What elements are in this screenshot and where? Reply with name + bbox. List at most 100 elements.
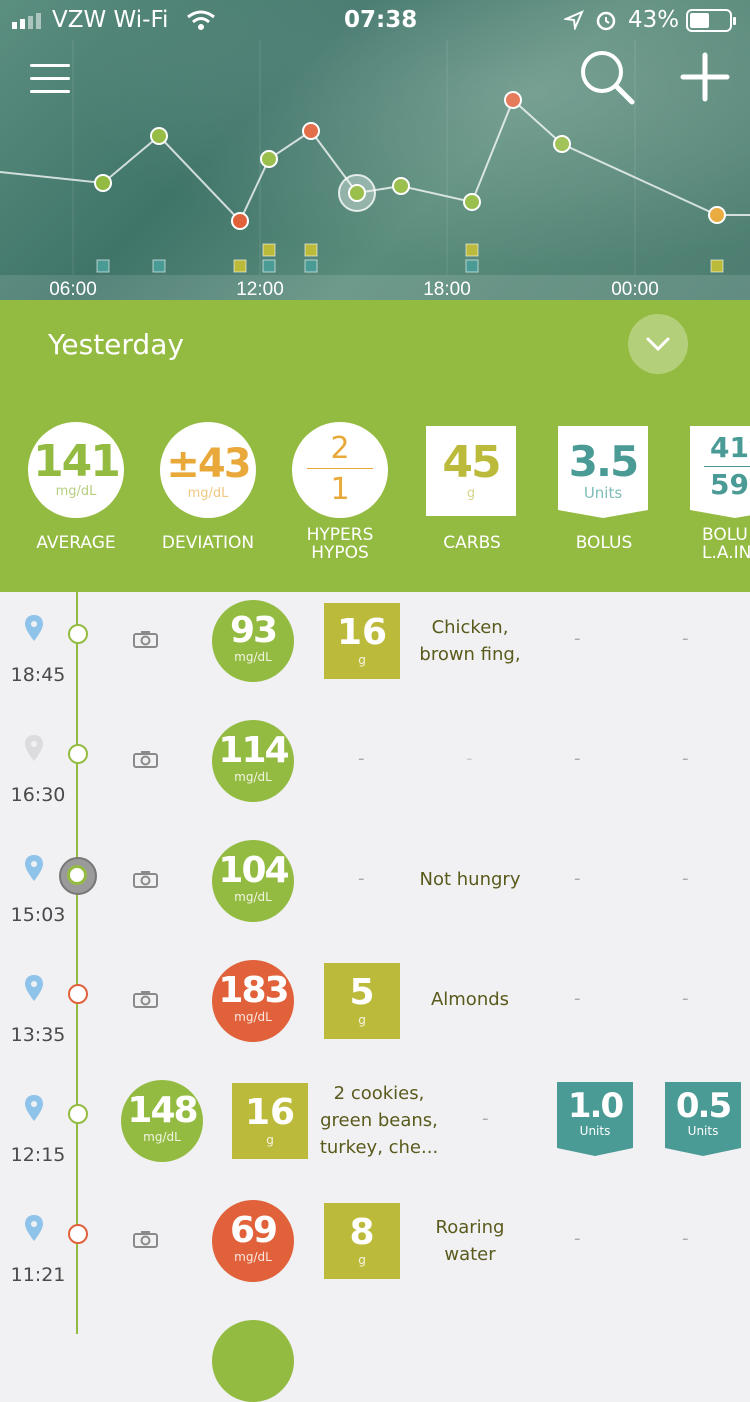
chart-point[interactable]: [553, 135, 571, 153]
location-pin-icon[interactable]: [24, 854, 44, 882]
search-icon[interactable]: [578, 48, 638, 108]
log-entry[interactable]: 13:35 183 mg/dL 5 g Almonds - -: [0, 952, 750, 1072]
location-pin-icon[interactable]: [24, 734, 44, 762]
ratio-stat[interactable]: 41% 59%: [690, 426, 750, 510]
chart-point[interactable]: [231, 212, 249, 230]
insulin-marker[interactable]: [96, 259, 110, 273]
status-bar: VZW Wi-Fi 07:38 43%: [0, 0, 750, 42]
carbs-badge[interactable]: 16 g: [232, 1083, 308, 1159]
carbs-value: 5: [349, 972, 375, 1013]
chart-point[interactable]: [150, 127, 168, 145]
log-entry[interactable]: 12:15 148 mg/dL 16 g 2 cookies, green be…: [0, 1072, 750, 1192]
glucose-unit: mg/dL: [234, 770, 272, 784]
period-dropdown-button[interactable]: [628, 314, 688, 374]
meal-note[interactable]: 2 cookies, green beans, turkey, che...: [304, 1080, 454, 1161]
location-pin-icon[interactable]: [24, 974, 44, 1002]
note-line: Roaring: [435, 1217, 505, 1238]
glucose-badge[interactable]: 93 mg/dL: [212, 600, 294, 682]
insulin-marker[interactable]: [465, 259, 479, 273]
glucose-badge[interactable]: 183 mg/dL: [212, 960, 294, 1042]
insulin-marker[interactable]: [262, 259, 276, 273]
meal-note[interactable]: Roaring water: [395, 1214, 545, 1268]
insulin-marker[interactable]: [304, 259, 318, 273]
log-entry[interactable]: 16:30 114 mg/dL - - - -: [0, 712, 750, 832]
carbs-badge[interactable]: 16 g: [324, 603, 400, 679]
camera-icon[interactable]: [133, 1230, 158, 1248]
note-line: Chicken,: [431, 617, 509, 638]
chart-x-label: 18:00: [423, 279, 471, 300]
camera-icon[interactable]: [133, 990, 158, 1008]
hypers-label: HYPERS: [306, 525, 374, 545]
carbs-unit: g: [466, 486, 476, 501]
hypers-value: 2: [330, 431, 350, 466]
hypers-hypos-stat[interactable]: 2 1: [292, 422, 388, 518]
chart-point[interactable]: [348, 184, 366, 202]
basal-badge[interactable]: 0.5 Units: [665, 1082, 741, 1148]
chart-point[interactable]: [504, 91, 522, 109]
bolus-empty: -: [574, 868, 581, 889]
glucose-badge[interactable]: 148 mg/dL: [121, 1080, 203, 1162]
carb-marker[interactable]: [304, 243, 318, 257]
carbs-badge[interactable]: 5 g: [324, 963, 400, 1039]
carb-marker[interactable]: [710, 259, 724, 273]
basal-empty: -: [682, 988, 689, 1009]
deviation-stat[interactable]: ±43 mg/dL: [160, 422, 256, 518]
bolus-badge[interactable]: 1.0 Units: [557, 1082, 633, 1148]
chart-point[interactable]: [260, 150, 278, 168]
deviation-unit: mg/dL: [187, 486, 229, 501]
glucose-value: 93: [229, 610, 278, 651]
glucose-chart[interactable]: 06:00 12:00 18:00 00:00: [0, 0, 750, 300]
camera-icon[interactable]: [133, 630, 158, 648]
chart-point[interactable]: [708, 206, 726, 224]
bolus-tag-tail: [558, 510, 648, 518]
note-line: green beans,: [320, 1110, 438, 1131]
log-entry[interactable]: 11:21 69 mg/dL 8 g Roaring water - -: [0, 1192, 750, 1312]
timeline-dot: [68, 744, 88, 764]
location-pin-icon[interactable]: [24, 1094, 44, 1122]
carbs-badge[interactable]: 8 g: [324, 1203, 400, 1279]
average-value: 141: [33, 436, 121, 487]
carb-marker[interactable]: [262, 243, 276, 257]
meal-note[interactable]: Not hungry: [395, 866, 545, 893]
glucose-badge[interactable]: 69 mg/dL: [212, 1200, 294, 1282]
carrier-label: VZW Wi-Fi: [52, 7, 169, 33]
entry-time: 16:30: [10, 784, 66, 806]
log-timeline: 18:45 93 mg/dL 16 g Chicken, brown fing,…: [0, 592, 750, 1402]
add-icon[interactable]: [680, 52, 730, 102]
note-line: Not hungry: [419, 869, 521, 890]
glucose-unit: mg/dL: [234, 1250, 272, 1264]
entry-time: 18:45: [10, 664, 66, 686]
menu-icon[interactable]: [30, 64, 70, 96]
log-entry[interactable]: 15:03 104 mg/dL - Not hungry - -: [0, 832, 750, 952]
glucose-value: 104: [218, 850, 289, 891]
carb-marker[interactable]: [233, 259, 247, 273]
carbs-stat[interactable]: 45 g: [426, 426, 516, 516]
ratio-label-2: L.A.IN: [702, 543, 750, 563]
battery-percent: 43%: [628, 7, 680, 33]
meal-note[interactable]: Chicken, brown fing,: [395, 614, 545, 668]
insulin-marker[interactable]: [152, 259, 166, 273]
chart-point[interactable]: [392, 177, 410, 195]
hypos-value: 1: [330, 472, 350, 507]
glucose-badge[interactable]: 114 mg/dL: [212, 720, 294, 802]
location-arrow-icon: [564, 10, 584, 30]
meal-note[interactable]: Almonds: [395, 986, 545, 1013]
bolus-empty: -: [574, 1228, 581, 1249]
camera-icon[interactable]: [133, 750, 158, 768]
location-pin-icon[interactable]: [24, 1214, 44, 1242]
location-pin-icon[interactable]: [24, 614, 44, 642]
carb-marker[interactable]: [465, 243, 479, 257]
bolus-stat[interactable]: 3.5 Units: [558, 426, 648, 510]
camera-icon[interactable]: [133, 870, 158, 888]
glucose-unit: mg/dL: [234, 650, 272, 664]
chart-point[interactable]: [94, 174, 112, 192]
average-label: AVERAGE: [36, 533, 116, 553]
average-stat[interactable]: 141 mg/dL: [28, 422, 124, 518]
carbs-value: 8: [349, 1212, 375, 1253]
timeline-dot: [67, 865, 87, 885]
chart-point[interactable]: [302, 122, 320, 140]
log-entry[interactable]: 18:45 93 mg/dL 16 g Chicken, brown fing,…: [0, 592, 750, 712]
chart-point[interactable]: [463, 193, 481, 211]
glucose-badge-partial[interactable]: [212, 1320, 294, 1402]
glucose-badge[interactable]: 104 mg/dL: [212, 840, 294, 922]
